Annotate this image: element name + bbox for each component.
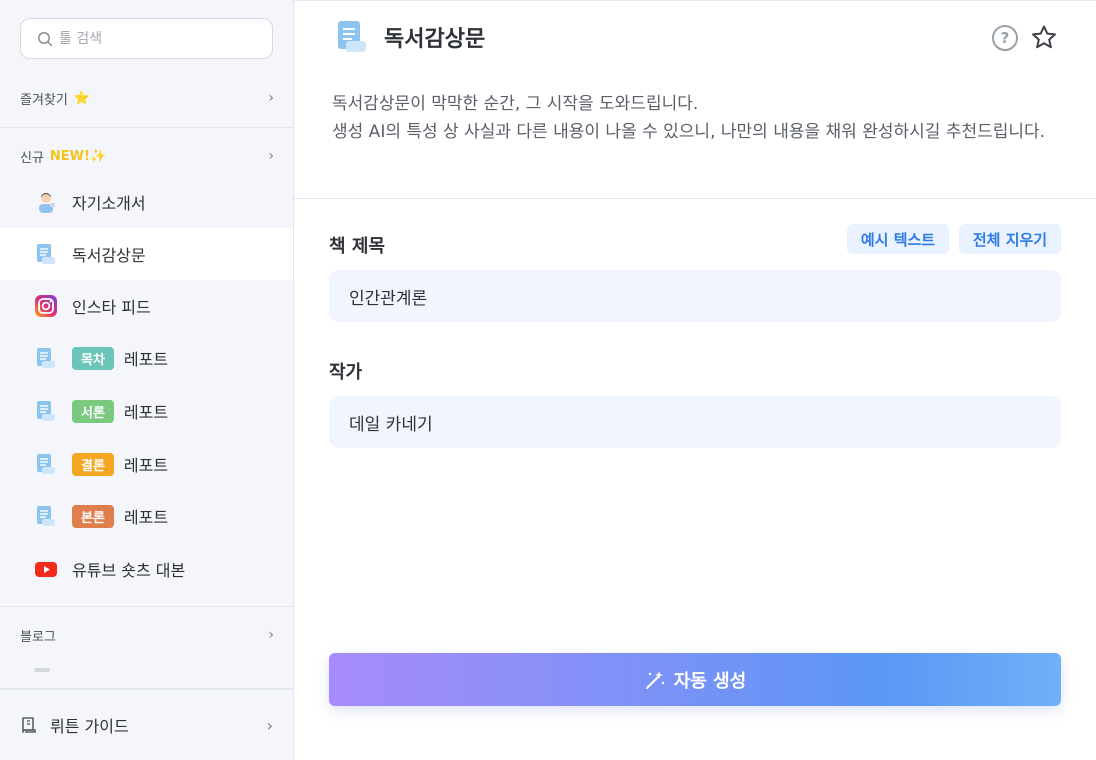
favorite-star-icon[interactable]: [1029, 23, 1059, 53]
sidebar-item-report-body[interactable]: 본론 레포트: [0, 490, 293, 542]
blog-section-header[interactable]: 블로그 ›: [20, 623, 274, 647]
sidebar-item-label: 인스타 피드: [72, 298, 151, 317]
favorites-label: 즐겨찾기: [20, 92, 68, 108]
document-icon: [34, 452, 58, 476]
sidebar-item-label: 독서감상문: [72, 246, 146, 265]
chevron-right-icon: ›: [268, 148, 274, 164]
chevron-right-icon: ›: [268, 90, 274, 106]
sidebar-item-label: 레포트: [123, 456, 169, 475]
sidebar-item-label: 레포트: [123, 403, 169, 422]
body-badge: 본론: [72, 504, 114, 528]
search-input[interactable]: [59, 30, 259, 47]
help-icon[interactable]: ?: [992, 25, 1018, 51]
book-title-input[interactable]: 인간관계론: [329, 270, 1061, 322]
sidebar-item-report-conclusion[interactable]: 결론 레포트: [0, 438, 293, 490]
document-icon: [34, 399, 58, 423]
search-icon: [37, 31, 53, 47]
guide-link[interactable]: 뤼튼 가이드 ›: [0, 688, 293, 760]
partial-item: [34, 668, 50, 672]
favorites-section-header[interactable]: 즐겨찾기 ⭐ ›: [20, 86, 274, 110]
instagram-icon: [34, 294, 58, 318]
sidebar-item-self-intro[interactable]: 자기소개서: [0, 176, 293, 228]
sidebar-item-youtube-shorts[interactable]: 유튜브 숏츠 대본: [0, 543, 293, 595]
magic-wand-icon: [644, 669, 666, 691]
author-input[interactable]: 데일 카네기: [329, 396, 1061, 448]
sidebar-item-report-intro[interactable]: 서론 레포트: [0, 385, 293, 437]
star-icon: ⭐: [73, 90, 91, 106]
new-badge: NEW!✨: [49, 148, 107, 164]
sidebar-item-book-report[interactable]: 독서감상문: [0, 228, 293, 280]
guide-label: 뤼튼 가이드: [50, 717, 129, 736]
author-label: 작가: [329, 362, 363, 383]
new-section-header[interactable]: 신규 NEW!✨ ›: [20, 144, 274, 168]
blog-section-label: 블로그: [20, 629, 56, 645]
chevron-right-icon: ›: [268, 627, 274, 643]
conclusion-badge: 결론: [72, 452, 114, 476]
chevron-right-icon: ›: [266, 715, 273, 735]
guide-book-icon: [20, 715, 40, 735]
document-icon: [334, 19, 370, 55]
person-icon: [34, 190, 58, 214]
divider: [0, 606, 293, 607]
auto-generate-button[interactable]: 자동 생성: [329, 653, 1061, 706]
sidebar-item-label: 레포트: [123, 350, 169, 369]
sidebar-item-label: 자기소개서: [72, 194, 146, 213]
description-line-2: 생성 AI의 특성 상 사실과 다른 내용이 나올 수 있으니, 나만의 내용을…: [332, 122, 1046, 142]
intro-badge: 서론: [72, 399, 114, 423]
divider: [294, 198, 1096, 199]
sidebar-item-report-toc[interactable]: 목차 레포트: [0, 332, 293, 384]
clear-all-button[interactable]: 전체 지우기: [959, 224, 1061, 254]
document-icon: [34, 346, 58, 370]
sidebar-item-label: 레포트: [123, 508, 169, 527]
description-line-1: 독서감상문이 막막한 순간, 그 시작을 도와드립니다.: [332, 94, 699, 114]
description: 독서감상문이 막막한 순간, 그 시작을 도와드립니다. 생성 AI의 특성 상…: [332, 90, 1062, 146]
auto-generate-label: 자동 생성: [673, 670, 747, 692]
title-row: 독서감상문: [334, 19, 485, 55]
sidebar: 즐겨찾기 ⭐ › 신규 NEW!✨ › 자기소개서 독서감상문 인스타 피드 목…: [0, 0, 294, 760]
example-text-button[interactable]: 예시 텍스트: [847, 224, 949, 254]
main-panel: 독서감상문 ? 독서감상문이 막막한 순간, 그 시작을 도와드립니다. 생성 …: [294, 0, 1096, 760]
divider: [0, 127, 293, 128]
youtube-icon: [34, 557, 58, 581]
sidebar-item-insta-feed[interactable]: 인스타 피드: [0, 280, 293, 332]
search-box[interactable]: [20, 18, 273, 59]
page-title: 독서감상문: [384, 27, 486, 52]
book-title-label: 책 제목: [329, 236, 385, 257]
new-section-label: 신규: [20, 150, 44, 166]
toc-badge: 목차: [72, 346, 114, 370]
sidebar-item-label: 유튜브 숏츠 대본: [72, 561, 186, 580]
document-icon: [34, 504, 58, 528]
document-icon: [34, 242, 58, 266]
